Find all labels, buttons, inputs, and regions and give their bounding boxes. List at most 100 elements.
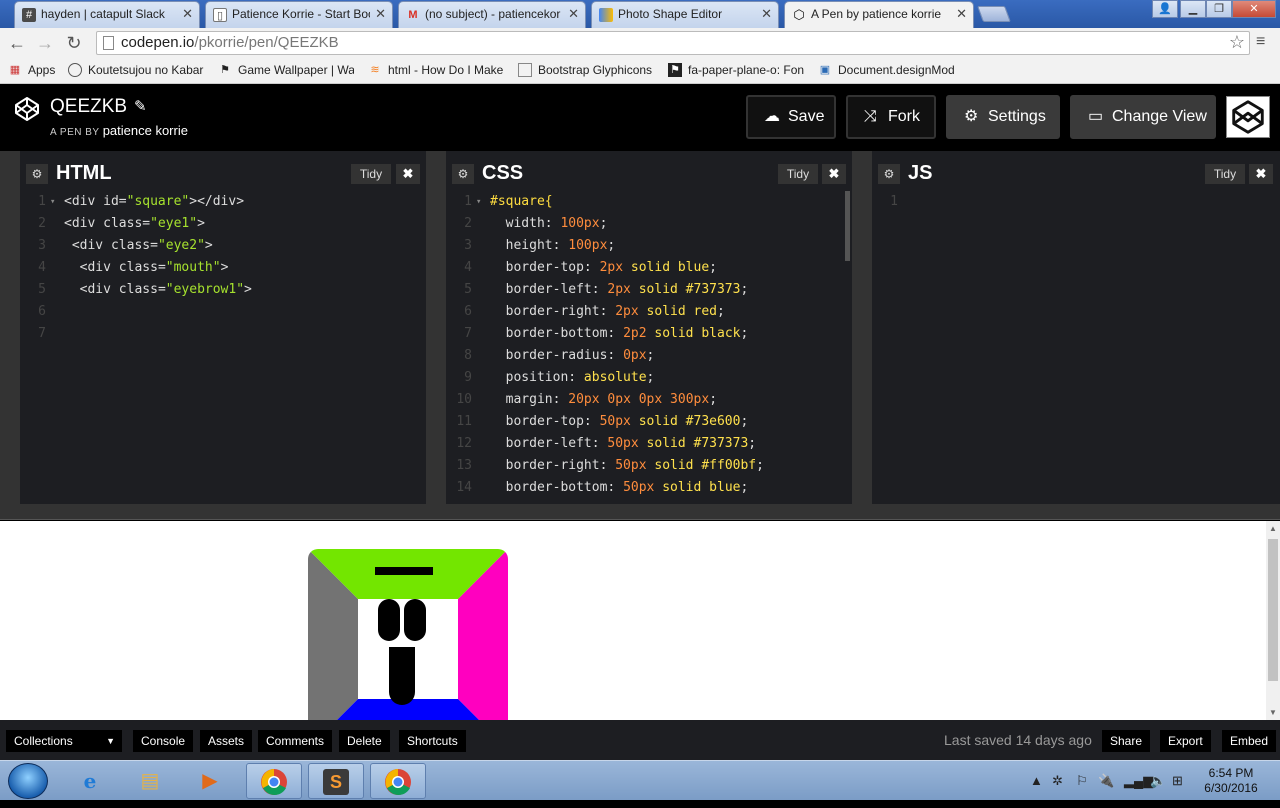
embed-button[interactable]: Embed: [1222, 730, 1277, 752]
share-button[interactable]: Share: [1102, 730, 1151, 752]
restore-icon[interactable]: ❐: [1206, 0, 1232, 18]
code-line[interactable]: 12 border-left: 50px solid #737373;: [446, 433, 852, 455]
code-line[interactable]: 13 border-right: 50px solid #ff00bf;: [446, 455, 852, 477]
js-close-icon[interactable]: ✖: [1249, 164, 1273, 184]
network-signal-icon[interactable]: ▂▄▆: [1124, 773, 1153, 789]
user-avatar[interactable]: [1226, 96, 1270, 138]
preview-scroll-thumb[interactable]: [1268, 539, 1278, 681]
codepen-logo-icon[interactable]: [14, 96, 40, 122]
bookmark-glyphicons[interactable]: Bootstrap Glyphicons: [518, 63, 654, 77]
code-line[interactable]: 8 border-radius: 0px;: [446, 345, 852, 367]
tab-photo-shape-editor[interactable]: Photo Shape Editor ✕: [591, 1, 779, 28]
code-line[interactable]: 4 <div class="mouth">: [20, 257, 426, 279]
settings-gear-tray-icon[interactable]: ✲: [1052, 773, 1063, 789]
fork-button[interactable]: ⤨ Fork: [846, 95, 936, 139]
code-line[interactable]: 5 border-left: 2px solid #737373;: [446, 279, 852, 301]
media-player-icon[interactable]: ▶: [182, 763, 238, 799]
code-line[interactable]: 1 ▾ <div id="square"></div>: [20, 191, 426, 213]
author-link[interactable]: patience korrie: [103, 123, 188, 138]
user-profile-icon[interactable]: 👤: [1152, 0, 1178, 18]
chrome-menu-icon[interactable]: ≡: [1256, 34, 1272, 50]
css-tidy-button[interactable]: Tidy: [778, 164, 818, 184]
bookmark-fontawesome[interactable]: ⚑ fa-paper-plane-o: Fon: [668, 63, 806, 77]
code-line[interactable]: 6: [20, 301, 426, 323]
reload-icon[interactable]: ↻: [62, 31, 86, 55]
code-line[interactable]: 6 border-right: 2px solid red;: [446, 301, 852, 323]
bookmark-koutetsujou[interactable]: Koutetsujou no Kabar: [68, 63, 204, 77]
css-code-editor[interactable]: 1 ▾ #square{2 width: 100px; 3 height: 100px…: [446, 191, 852, 501]
close-tab-icon[interactable]: ✕: [761, 6, 772, 22]
code-line[interactable]: 2 <div class="eye1">: [20, 213, 426, 235]
scroll-down-icon[interactable]: ▼: [1268, 708, 1278, 717]
chrome-icon[interactable]: [370, 763, 426, 799]
close-tab-icon[interactable]: ✕: [956, 6, 967, 22]
code-line[interactable]: 4 border-top: 2px solid blue;: [446, 257, 852, 279]
code-line[interactable]: 10 margin: 20px 0px 0px 300px;: [446, 389, 852, 411]
power-icon[interactable]: 🔌: [1098, 773, 1114, 789]
assets-button[interactable]: Assets: [200, 730, 253, 752]
preview-scrollbar[interactable]: ▲ ▼: [1266, 521, 1280, 720]
fold-arrow-icon[interactable]: ▾: [476, 191, 481, 213]
sublime-text-icon[interactable]: S: [308, 763, 364, 799]
volume-icon[interactable]: 🔈: [1150, 773, 1166, 789]
collections-dropdown[interactable]: Collections ▼: [6, 730, 122, 752]
new-tab-button[interactable]: [977, 6, 1011, 22]
js-settings-gear-icon[interactable]: ⚙: [878, 164, 900, 184]
tab-start-bootstrap[interactable]: ▯ Patience Korrie - Start Boo ✕: [205, 1, 393, 28]
code-line[interactable]: 1: [872, 191, 1280, 213]
html-tidy-button[interactable]: Tidy: [351, 164, 391, 184]
code-line[interactable]: 11 border-top: 50px solid #73e600;: [446, 411, 852, 433]
close-window-icon[interactable]: ✕: [1232, 0, 1276, 18]
html-code-editor[interactable]: 1 ▾ <div id="square"></div> 2 <div class="ey…: [20, 191, 426, 501]
code-line[interactable]: 7 border-bottom: 2p2 solid black;: [446, 323, 852, 345]
export-button[interactable]: Export: [1160, 730, 1211, 752]
windows-start-button[interactable]: [8, 763, 48, 799]
bookmark-apps[interactable]: ▦ Apps: [8, 63, 56, 77]
code-line[interactable]: 3 <div class="eye2">: [20, 235, 426, 257]
change-view-button[interactable]: ▭ Change View: [1070, 95, 1216, 139]
close-tab-icon[interactable]: ✕: [182, 6, 193, 22]
tab-gmail[interactable]: M (no subject) - patiencekor ✕: [398, 1, 586, 28]
system-clock[interactable]: 6:54 PM 6/30/2016: [1198, 766, 1264, 796]
bookmark-game-wallpaper[interactable]: ⚑ Game Wallpaper | Wa: [218, 63, 354, 77]
delete-button[interactable]: Delete: [339, 730, 390, 752]
code-line[interactable]: 9 position: absolute;: [446, 367, 852, 389]
bookmark-star-icon[interactable]: ☆: [1229, 32, 1245, 53]
internet-explorer-icon[interactable]: e: [62, 763, 118, 799]
console-button[interactable]: Console: [133, 730, 194, 752]
action-center-flag-icon[interactable]: ⚐: [1076, 773, 1088, 789]
preview-resize-bar[interactable]: [0, 504, 1280, 520]
css-settings-gear-icon[interactable]: ⚙: [452, 164, 474, 184]
tab-codepen-active[interactable]: ⬡ A Pen by patience korrie ✕: [784, 1, 974, 28]
windows-logo-tray-icon[interactable]: ⊞: [1172, 773, 1183, 789]
chrome-icon[interactable]: [246, 763, 302, 799]
scroll-up-icon[interactable]: ▲: [1268, 524, 1278, 533]
file-explorer-icon[interactable]: ▤: [122, 763, 178, 799]
code-line[interactable]: 1 ▾ #square{: [446, 191, 852, 213]
save-button[interactable]: ☁ Save: [746, 95, 836, 139]
code-line[interactable]: 3 height: 100px;: [446, 235, 852, 257]
html-settings-gear-icon[interactable]: ⚙: [26, 164, 48, 184]
pen-title[interactable]: QEEZKB: [50, 96, 127, 118]
back-arrow-icon[interactable]: ←: [5, 31, 29, 55]
pane-resizer-css-js[interactable]: [852, 151, 872, 504]
fold-arrow-icon[interactable]: ▾: [50, 191, 55, 213]
address-bar[interactable]: codepen.io/pkorrie/pen/QEEZKB ☆: [96, 31, 1250, 55]
show-hidden-icons-icon[interactable]: ▲: [1030, 773, 1043, 788]
js-code-editor[interactable]: 1: [872, 191, 1280, 501]
bookmark-stackoverflow[interactable]: ≋ html - How Do I Make: [368, 63, 506, 77]
forward-arrow-icon[interactable]: →: [33, 31, 57, 55]
shortcuts-button[interactable]: Shortcuts: [399, 730, 466, 752]
code-line[interactable]: 5 <div class="eyebrow1">: [20, 279, 426, 301]
code-line[interactable]: 7: [20, 323, 426, 345]
minimize-icon[interactable]: ▁: [1180, 0, 1206, 18]
code-line[interactable]: 14 border-bottom: 50px solid blue;: [446, 477, 852, 499]
js-tidy-button[interactable]: Tidy: [1205, 164, 1245, 184]
css-close-icon[interactable]: ✖: [822, 164, 846, 184]
tab-slack[interactable]: # hayden | catapult Slack ✕: [14, 1, 200, 28]
close-tab-icon[interactable]: ✕: [375, 6, 386, 22]
code-line[interactable]: 2 width: 100px;: [446, 213, 852, 235]
comments-button[interactable]: Comments: [258, 730, 333, 752]
edit-pencil-icon[interactable]: ✎: [134, 97, 147, 115]
pane-resizer-html-css[interactable]: [426, 151, 446, 504]
